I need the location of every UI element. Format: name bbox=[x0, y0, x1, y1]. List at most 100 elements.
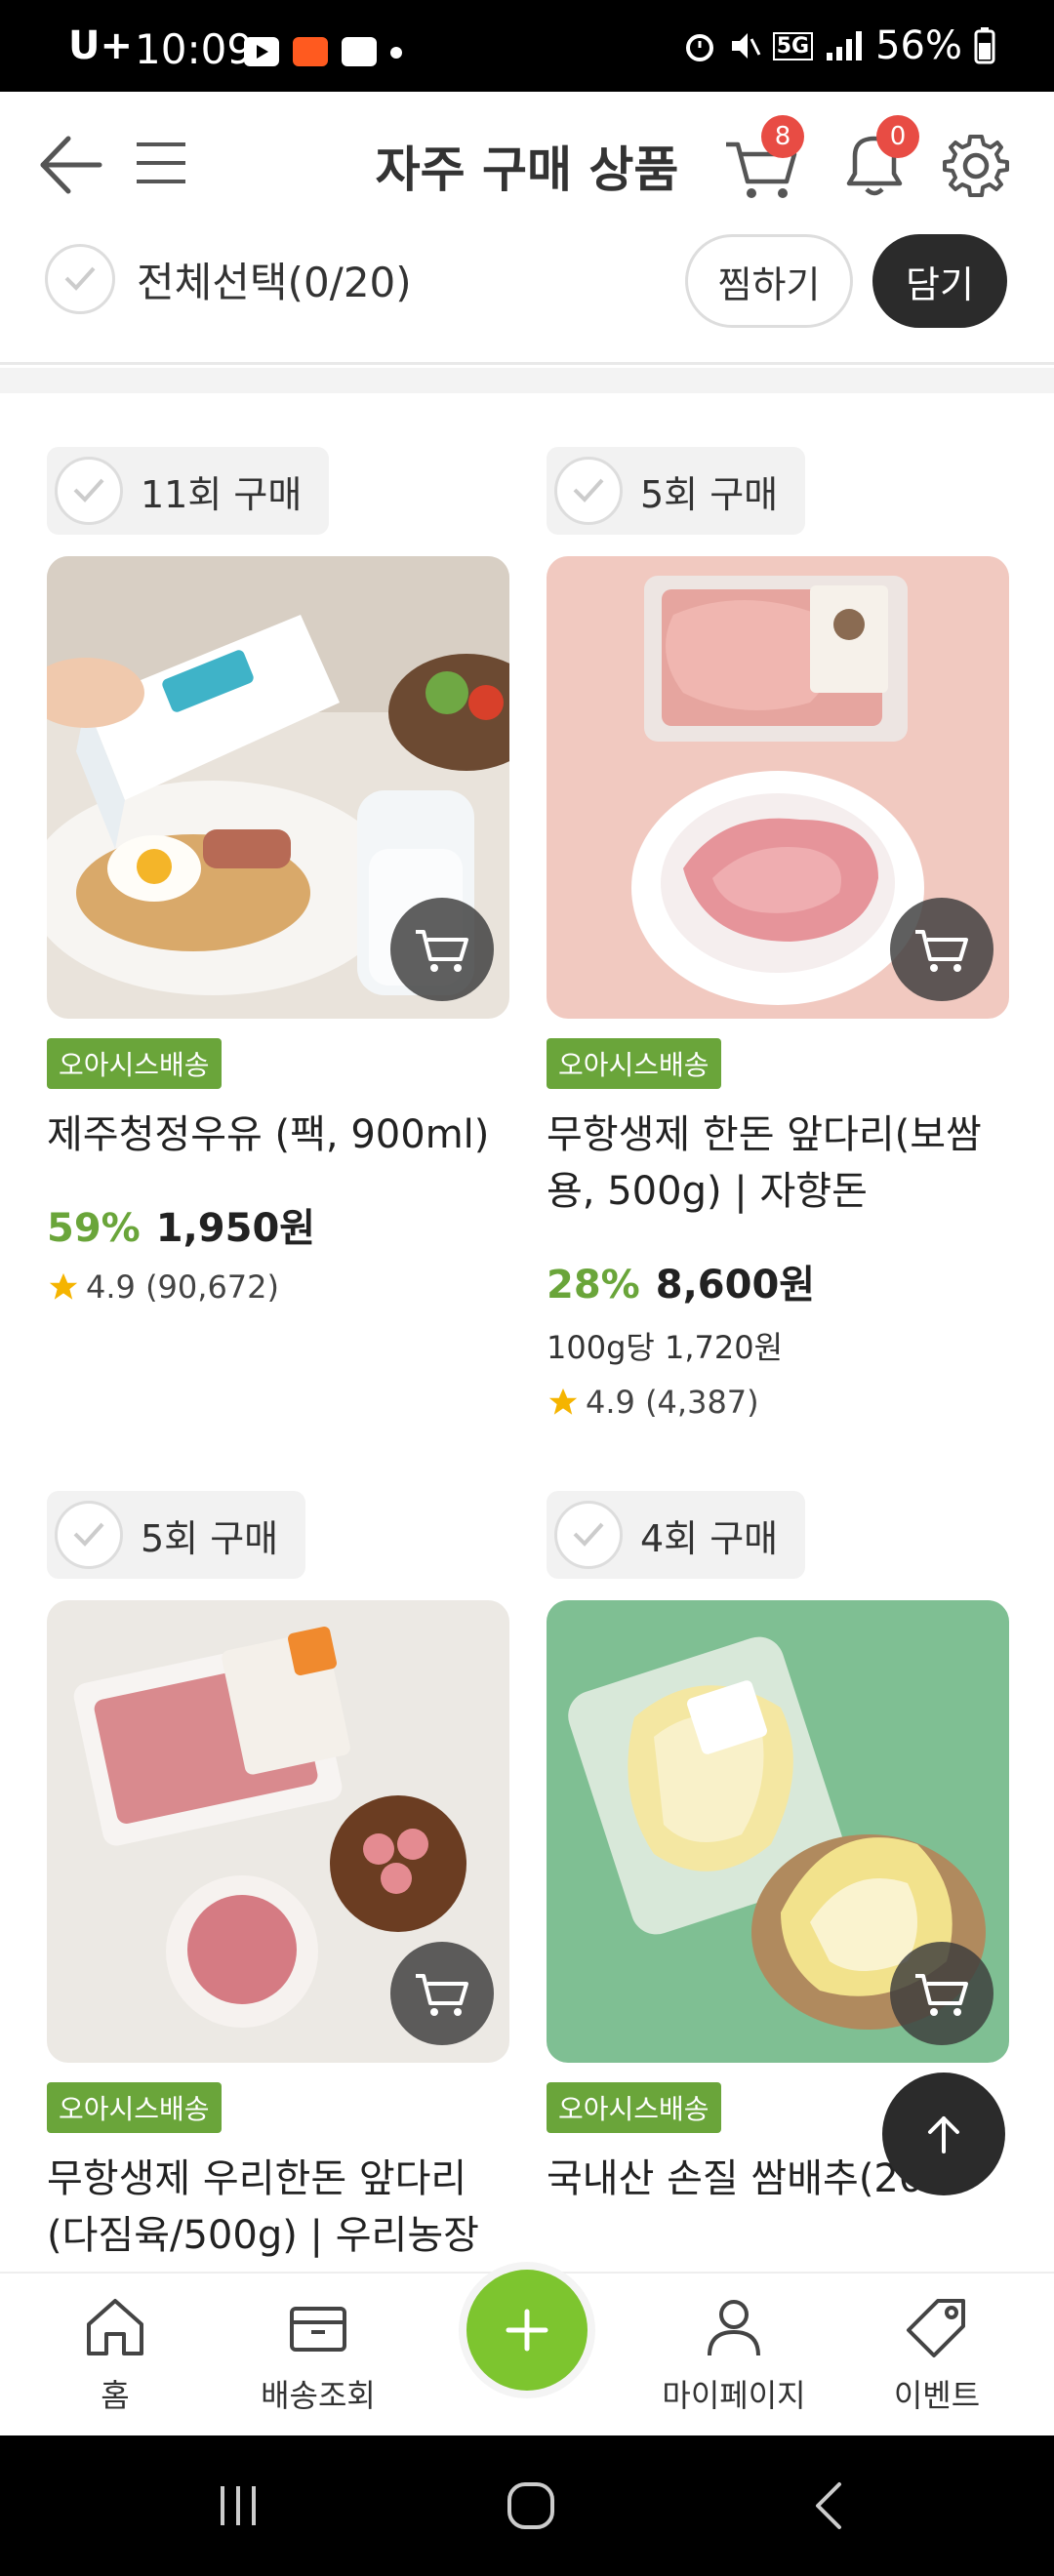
battery-icon bbox=[974, 27, 995, 64]
cart-count-badge: 8 bbox=[761, 115, 804, 158]
system-back-icon[interactable] bbox=[800, 2476, 859, 2535]
delivery-badge: 오아시스배송 bbox=[47, 1038, 222, 1089]
select-all-checkbox[interactable] bbox=[45, 244, 115, 314]
rating-text: 4.9 (90,672) bbox=[86, 1268, 279, 1306]
quick-add-cart-button[interactable] bbox=[390, 898, 494, 1001]
alarm-icon bbox=[685, 34, 713, 61]
status-time: 10:09 bbox=[135, 25, 254, 73]
purchase-count-chip[interactable]: 5회 구매 bbox=[47, 1491, 306, 1579]
settings-gear-icon[interactable] bbox=[941, 131, 1011, 201]
purchase-count-chip[interactable]: 4회 구매 bbox=[547, 1491, 806, 1579]
product-checkbox[interactable] bbox=[55, 1501, 123, 1569]
product-image-ground-pork[interactable] bbox=[47, 1600, 509, 2063]
discount-rate: 28% bbox=[547, 1263, 640, 1308]
system-navigation-bar bbox=[0, 2435, 1054, 2576]
selection-bar: 전체선택(0/20) 찜하기 담기 bbox=[0, 228, 1054, 365]
arrow-up-icon bbox=[928, 2116, 959, 2153]
battery-percent: 56% bbox=[875, 23, 962, 68]
delivery-badge: 오아시스배송 bbox=[547, 1038, 721, 1089]
delivery-badge: 오아시스배송 bbox=[547, 2082, 721, 2133]
cart-icon bbox=[915, 930, 968, 972]
network-type: 5G bbox=[772, 31, 814, 60]
signal-icon bbox=[827, 31, 863, 60]
header-cart-button[interactable]: 8 bbox=[722, 115, 804, 203]
wish-button[interactable]: 찜하기 bbox=[685, 234, 853, 328]
unit-price: 100g당 1,720원 bbox=[547, 1329, 784, 1366]
add-to-cart-button[interactable]: 담기 bbox=[872, 234, 1007, 328]
check-icon bbox=[73, 478, 104, 503]
product-name[interactable]: 무항생제 한돈 앞다리(보쌈용, 500g) | 자향돈 bbox=[547, 1107, 1009, 1220]
quick-add-cart-button[interactable] bbox=[890, 1942, 993, 2045]
nav-mypage-label: 마이페이지 bbox=[662, 2377, 806, 2414]
status-right: 5G 56% bbox=[683, 23, 995, 68]
purchase-count-label: 5회 구매 bbox=[141, 1516, 279, 1560]
quick-add-cart-button[interactable] bbox=[390, 1942, 494, 2045]
nav-home[interactable]: 홈 bbox=[18, 2295, 213, 2416]
purchase-count-label: 4회 구매 bbox=[640, 1516, 779, 1560]
home-icon bbox=[87, 2299, 143, 2355]
notification-count-badge: 0 bbox=[876, 115, 919, 158]
product-card[interactable]: 5회 구매 오아시스배송 무항생제 한돈 앞다리(보쌈용, 500g) | 자향… bbox=[547, 447, 1009, 1421]
price-row: 28% 8,600원 bbox=[547, 1253, 1009, 1309]
more-notifications-dot bbox=[390, 47, 402, 59]
product-name[interactable]: 제주청정우유 (팩, 900ml) bbox=[47, 1107, 509, 1163]
rating-text: 4.9 (4,387) bbox=[586, 1384, 759, 1421]
scroll-to-top-button[interactable] bbox=[882, 2073, 1005, 2195]
select-all-label: 전체선택(0/20) bbox=[137, 258, 412, 306]
notification-button[interactable]: 0 bbox=[835, 115, 919, 203]
cart-icon bbox=[915, 1974, 968, 2016]
check-icon bbox=[64, 266, 96, 291]
quick-add-cart-button[interactable] bbox=[890, 898, 993, 1001]
recent-apps-icon[interactable] bbox=[209, 2476, 267, 2535]
sale-price: 8,600원 bbox=[655, 1263, 816, 1308]
carrier-label: U+ bbox=[68, 23, 133, 68]
nav-mypage[interactable]: 마이페이지 bbox=[636, 2295, 831, 2416]
smile-app-icon bbox=[342, 37, 377, 66]
product-image-milk[interactable] bbox=[47, 556, 509, 1019]
box-icon bbox=[290, 2307, 346, 2352]
purchase-count-label: 5회 구매 bbox=[640, 472, 779, 516]
mute-icon bbox=[731, 33, 761, 59]
star-icon bbox=[49, 1272, 78, 1300]
product-image-pork-shoulder[interactable] bbox=[547, 556, 1009, 1019]
bottom-navigation: 홈 배송조회 마이페이지 이벤트 bbox=[0, 2270, 1054, 2435]
product-checkbox[interactable] bbox=[554, 457, 623, 525]
shopping-app-icon bbox=[293, 37, 328, 66]
product-name[interactable]: 무항생제 우리한돈 앞다리(다짐육/500g) | 우리농장 bbox=[47, 2151, 509, 2264]
section-divider bbox=[0, 368, 1054, 393]
check-icon bbox=[73, 1522, 104, 1547]
status-bar: U+ 10:09 5G 56% bbox=[0, 0, 1054, 92]
nav-event[interactable]: 이벤트 bbox=[839, 2295, 1034, 2416]
purchase-count-label: 11회 구매 bbox=[141, 472, 303, 516]
sale-price: 1,950원 bbox=[155, 1206, 316, 1251]
price-row: 59% 1,950원 bbox=[47, 1196, 509, 1253]
star-icon bbox=[548, 1388, 578, 1415]
product-checkbox[interactable] bbox=[55, 457, 123, 525]
check-icon bbox=[573, 478, 604, 503]
tag-icon bbox=[907, 2299, 965, 2357]
purchase-count-chip[interactable]: 11회 구매 bbox=[47, 447, 330, 535]
nav-delivery-label: 배송조회 bbox=[261, 2377, 376, 2414]
person-icon bbox=[708, 2300, 760, 2356]
product-image-napa-cabbage[interactable] bbox=[547, 1600, 1009, 2063]
nav-delivery-tracking[interactable]: 배송조회 bbox=[221, 2295, 416, 2416]
discount-rate: 59% bbox=[47, 1206, 141, 1251]
nav-home-label: 홈 bbox=[101, 2377, 130, 2414]
delivery-badge: 오아시스배송 bbox=[47, 2082, 222, 2133]
notification-icons bbox=[244, 37, 402, 66]
product-card[interactable]: 11회 구매 오아시스배송 제주청정우유 (팩, 900ml) 59% 1,95… bbox=[47, 447, 509, 1306]
product-checkbox[interactable] bbox=[554, 1501, 623, 1569]
plus-icon bbox=[506, 2309, 548, 2352]
purchase-count-chip[interactable]: 5회 구매 bbox=[547, 447, 806, 535]
select-all-toggle[interactable]: 전체선택(0/20) bbox=[45, 244, 412, 314]
quick-add-fab[interactable] bbox=[466, 2270, 588, 2391]
home-button-icon[interactable] bbox=[502, 2476, 560, 2535]
check-icon bbox=[573, 1522, 604, 1547]
product-card[interactable]: 5회 구매 오아시스배송 무항생제 우리한돈 앞다리(다짐육/500g) | 우… bbox=[47, 1491, 509, 2264]
product-rating: 4.9 (90,672) bbox=[47, 1268, 509, 1306]
cart-icon bbox=[416, 1974, 468, 2016]
nav-event-label: 이벤트 bbox=[893, 2377, 981, 2414]
youtube-icon bbox=[244, 37, 279, 66]
app-header: 자주 구매 상품 8 0 bbox=[0, 92, 1054, 238]
product-rating: 4.9 (4,387) bbox=[547, 1384, 1009, 1421]
